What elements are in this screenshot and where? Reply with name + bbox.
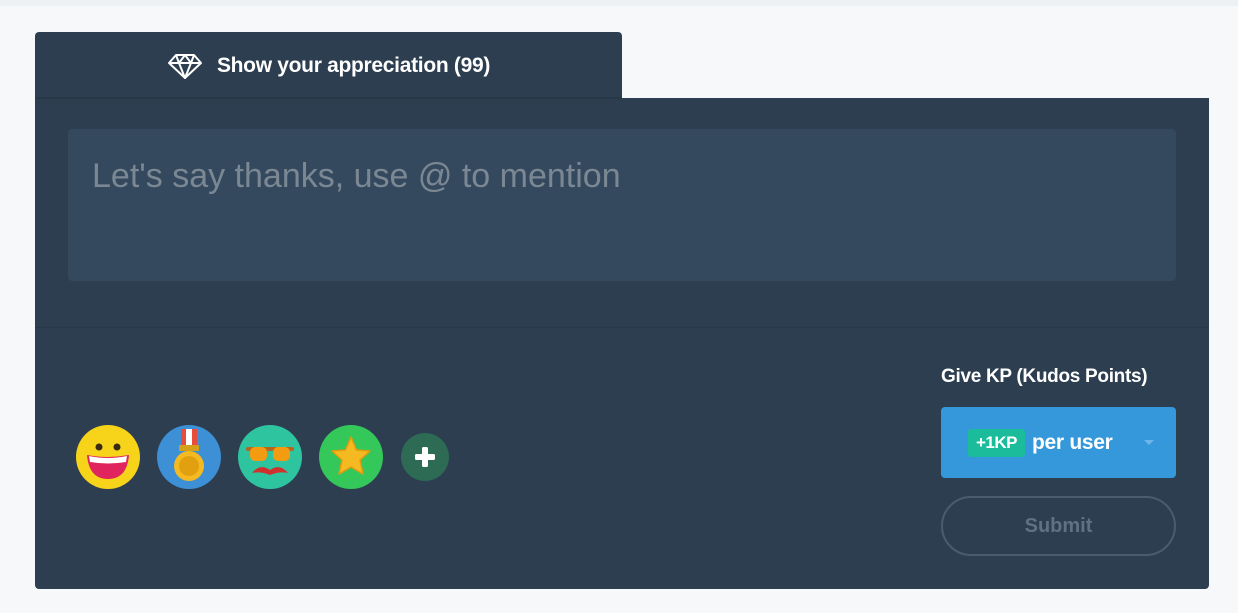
kudos-label: Give KP (Kudos Points) (941, 366, 1148, 387)
diamond-icon (167, 52, 203, 80)
kudos-points-dropdown[interactable]: +1KP per user (941, 407, 1176, 478)
plus-icon (415, 447, 435, 467)
kudos-badge: +1KP (968, 428, 1025, 457)
message-box (68, 129, 1176, 281)
top-strip (0, 0, 1238, 6)
kudos-unit: per user (1032, 430, 1113, 454)
chevron-down-icon (1144, 440, 1154, 445)
divider (35, 327, 1209, 328)
tab-show-appreciation[interactable]: Show your appreciation (99) (35, 32, 622, 99)
submit-button[interactable]: Submit (941, 496, 1176, 556)
tab-label: Show your appreciation (99) (216, 53, 491, 77)
gold-medal-icon[interactable] (157, 425, 221, 489)
emoji-picker (76, 425, 449, 489)
smiley-face-icon[interactable] (76, 425, 140, 489)
mustache-glasses-icon[interactable] (238, 425, 302, 489)
message-input[interactable] (68, 129, 1176, 281)
appreciation-panel: Give KP (Kudos Points) +1KP per user Sub… (35, 98, 1209, 589)
star-icon[interactable] (319, 425, 383, 489)
tab-bottom-edge (35, 97, 622, 99)
add-emoji-button[interactable] (401, 433, 449, 481)
